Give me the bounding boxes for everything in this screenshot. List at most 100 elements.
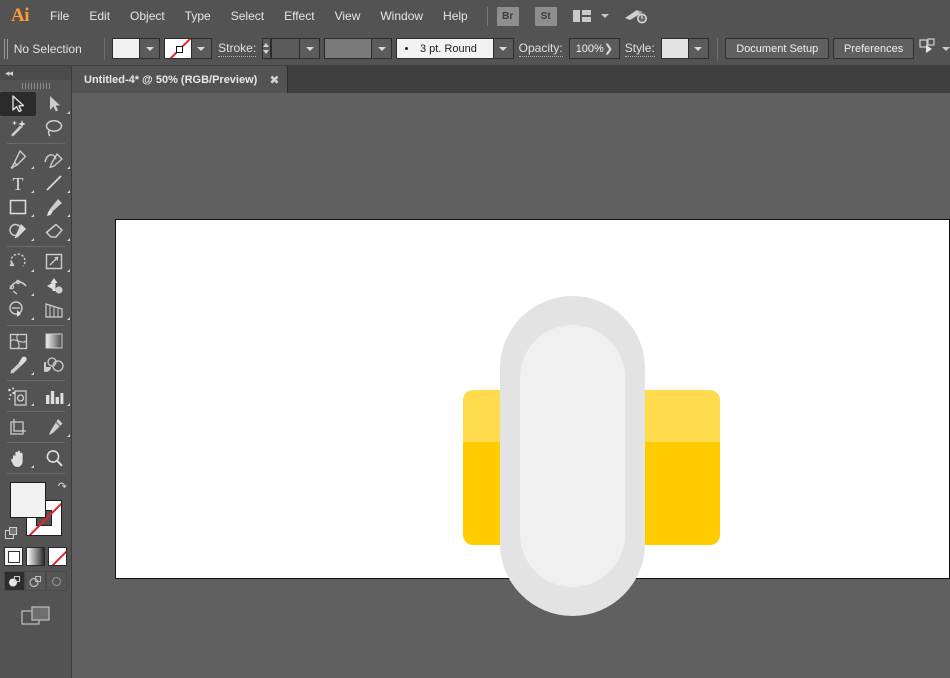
menu-type[interactable]: Type bbox=[175, 0, 221, 32]
shaper-tool[interactable] bbox=[0, 219, 36, 243]
fill-color-control[interactable] bbox=[112, 38, 160, 59]
variable-width-dropdown[interactable] bbox=[372, 38, 392, 59]
eraser-tool[interactable] bbox=[36, 219, 72, 243]
brush-preview-dot bbox=[405, 47, 408, 50]
artboard[interactable] bbox=[115, 219, 950, 579]
direct-selection-tool[interactable] bbox=[36, 92, 72, 116]
menu-separator bbox=[487, 7, 488, 26]
collapse-panel-icon[interactable]: ◂◂ bbox=[5, 68, 12, 79]
tools-panel: ◂◂ bbox=[0, 66, 72, 678]
screen-mode-row bbox=[0, 605, 71, 632]
chevron-down-icon bbox=[300, 39, 319, 58]
menu-help[interactable]: Help bbox=[433, 0, 478, 32]
opacity-label[interactable]: Opacity: bbox=[519, 41, 563, 57]
rectangle-tool[interactable] bbox=[0, 195, 36, 219]
type-tool[interactable]: T bbox=[0, 171, 36, 195]
default-fill-stroke-icon[interactable] bbox=[5, 527, 18, 540]
menu-effect[interactable]: Effect bbox=[274, 0, 324, 32]
bridge-launch-button[interactable]: Br bbox=[497, 7, 519, 26]
none-mode-button[interactable] bbox=[48, 547, 67, 566]
change-screen-mode-button[interactable] bbox=[21, 605, 51, 632]
chevron-down-icon[interactable] bbox=[601, 14, 609, 18]
control-bar-grip[interactable] bbox=[4, 39, 9, 59]
swap-fill-stroke-icon[interactable]: ↷ bbox=[58, 480, 67, 493]
stroke-weight-dropdown[interactable] bbox=[300, 38, 320, 59]
width-tool[interactable] bbox=[0, 274, 36, 298]
pen-tool[interactable] bbox=[0, 147, 36, 171]
symbol-sprayer-tool[interactable] bbox=[0, 384, 36, 408]
zoom-tool[interactable] bbox=[36, 446, 72, 470]
shape-builder-tool[interactable] bbox=[0, 298, 36, 322]
preferences-button[interactable]: Preferences bbox=[833, 38, 914, 59]
document-tab[interactable]: Untitled-4* @ 50% (RGB/Preview) ✖ bbox=[72, 66, 288, 93]
control-bar: No Selection Stroke: bbox=[0, 32, 950, 66]
stock-launch-button[interactable]: St bbox=[535, 7, 557, 26]
menu-file[interactable]: File bbox=[40, 0, 79, 32]
document-setup-button[interactable]: Document Setup bbox=[725, 38, 829, 59]
document-canvas[interactable] bbox=[72, 93, 950, 678]
opacity-expand-icon[interactable]: ❯ bbox=[604, 42, 619, 55]
variable-width-profile-field[interactable] bbox=[324, 38, 372, 59]
color-mode-button[interactable] bbox=[4, 547, 23, 566]
svg-text:T: T bbox=[13, 174, 24, 192]
stroke-weight-stepper[interactable] bbox=[262, 38, 271, 59]
stroke-weight-label[interactable]: Stroke: bbox=[218, 41, 256, 57]
stroke-swatch[interactable] bbox=[165, 39, 192, 58]
draw-behind-button[interactable] bbox=[25, 571, 46, 591]
illustrator-window: Ai File Edit Object Type Select Effect V… bbox=[0, 0, 950, 678]
brush-definition-dropdown[interactable] bbox=[494, 38, 514, 59]
opacity-field[interactable]: 100% ❯ bbox=[569, 38, 620, 59]
fill-indicator[interactable] bbox=[10, 482, 46, 518]
stroke-color-control[interactable] bbox=[164, 38, 212, 59]
column-graph-tool[interactable] bbox=[36, 384, 72, 408]
line-segment-tool[interactable] bbox=[36, 171, 72, 195]
magic-wand-tool[interactable] bbox=[0, 116, 36, 140]
free-transform-tool[interactable] bbox=[36, 274, 72, 298]
gradient-mode-button[interactable] bbox=[26, 547, 45, 566]
cloud-sync-icon[interactable] bbox=[623, 7, 649, 25]
style-label[interactable]: Style: bbox=[625, 41, 655, 57]
arrange-documents-icon[interactable] bbox=[573, 10, 591, 22]
menu-object[interactable]: Object bbox=[120, 0, 175, 32]
gradient-tool[interactable] bbox=[36, 329, 72, 353]
blend-tool[interactable] bbox=[36, 353, 72, 377]
menu-window[interactable]: Window bbox=[370, 0, 433, 32]
lasso-tool[interactable] bbox=[36, 116, 72, 140]
close-icon[interactable]: ✖ bbox=[269, 74, 279, 86]
hand-tool[interactable] bbox=[0, 446, 36, 470]
tools-panel-grip[interactable] bbox=[0, 80, 71, 92]
stroke-weight-field[interactable] bbox=[271, 38, 300, 59]
fill-dropdown-button[interactable] bbox=[140, 39, 159, 58]
selection-tool[interactable] bbox=[0, 92, 36, 116]
stroke-dropdown-button[interactable] bbox=[192, 39, 211, 58]
draw-normal-button[interactable] bbox=[4, 571, 25, 591]
brush-definition-label: 3 pt. Round bbox=[420, 43, 493, 55]
draw-inside-button[interactable] bbox=[46, 571, 67, 591]
menu-select[interactable]: Select bbox=[221, 0, 274, 32]
menu-bar: Ai File Edit Object Type Select Effect V… bbox=[0, 0, 950, 32]
artboard-tool[interactable] bbox=[0, 415, 36, 439]
tools-grid: T bbox=[0, 92, 72, 470]
curvature-tool[interactable] bbox=[36, 147, 72, 171]
slice-tool[interactable] bbox=[36, 415, 72, 439]
align-objects-icon[interactable] bbox=[919, 38, 937, 59]
menu-edit[interactable]: Edit bbox=[79, 0, 120, 32]
style-swatch[interactable] bbox=[662, 39, 689, 58]
color-mode-buttons bbox=[0, 547, 71, 566]
chevron-down-icon bbox=[494, 39, 513, 58]
fill-swatch[interactable] bbox=[113, 39, 140, 58]
perspective-grid-tool[interactable] bbox=[36, 298, 72, 322]
eyedropper-tool[interactable] bbox=[0, 353, 36, 377]
paintbrush-tool[interactable] bbox=[36, 195, 72, 219]
rotate-tool[interactable] bbox=[0, 250, 36, 274]
menu-view[interactable]: View bbox=[325, 0, 371, 32]
tools-panel-header[interactable]: ◂◂ bbox=[0, 66, 71, 80]
graphic-style-control[interactable] bbox=[661, 38, 709, 59]
brush-definition-field[interactable]: 3 pt. Round bbox=[396, 38, 494, 59]
style-dropdown-button[interactable] bbox=[689, 39, 708, 58]
mesh-tool[interactable] bbox=[0, 329, 36, 353]
document-tab-title: Untitled-4* @ 50% (RGB/Preview) bbox=[84, 74, 257, 86]
chevron-down-icon[interactable] bbox=[942, 47, 950, 51]
scale-tool[interactable] bbox=[36, 250, 72, 274]
selection-status-label: No Selection bbox=[14, 42, 82, 56]
